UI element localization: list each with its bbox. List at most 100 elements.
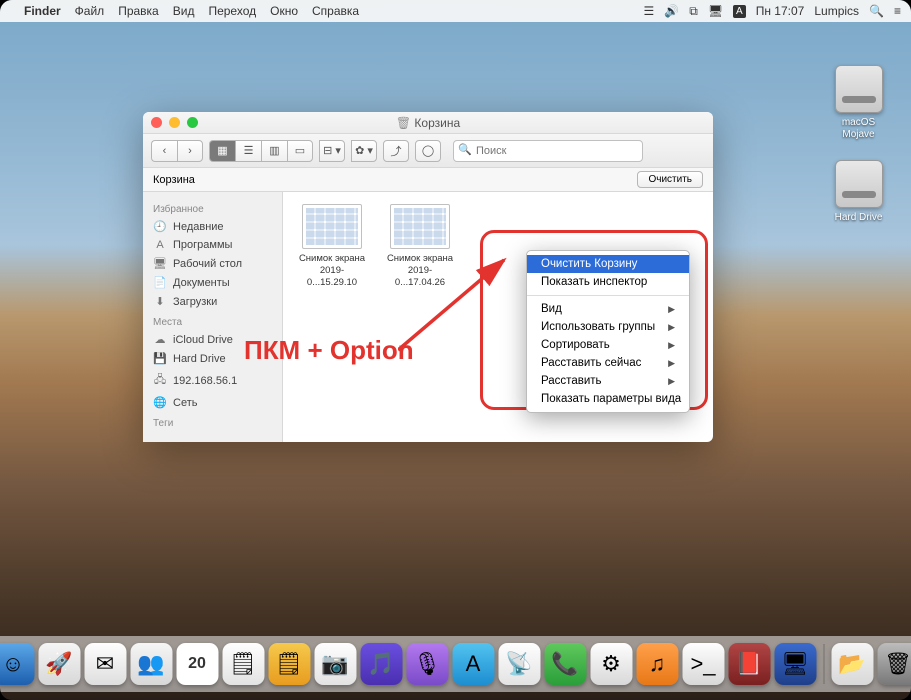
menu-view[interactable]: Вид <box>173 4 195 18</box>
dock-item[interactable]: 🖥 <box>774 643 816 685</box>
context-menu-item[interactable]: Сортировать▶ <box>527 336 689 354</box>
titlebar[interactable]: 🗑 Корзина <box>143 112 713 134</box>
file-item[interactable]: Снимок экрана2019-0...17.04.26 <box>383 204 457 430</box>
dock-item[interactable]: >_ <box>682 643 724 685</box>
sidebar-item-label: Загрузки <box>173 296 217 308</box>
desktop-drive[interactable]: macOS Mojave <box>831 65 886 141</box>
view-icon-button[interactable]: ▦ <box>209 140 235 162</box>
dock-item[interactable]: 📞 <box>544 643 586 685</box>
storage-icon[interactable]: ☰ <box>644 4 655 18</box>
empty-trash-button[interactable]: Очистить <box>637 171 703 188</box>
sidebar-item-label: 192.168.56.1 <box>173 375 237 387</box>
dock-item[interactable]: 📂 <box>831 643 873 685</box>
nav-buttons: ‹ › <box>151 140 203 162</box>
dock-item[interactable]: 📡 <box>498 643 540 685</box>
dock-item[interactable]: ✉ <box>84 643 126 685</box>
back-button[interactable]: ‹ <box>151 140 177 162</box>
forward-button[interactable]: › <box>177 140 203 162</box>
file-name: Снимок экрана2019-0...15.29.10 <box>295 253 369 289</box>
menu-file[interactable]: Файл <box>75 4 105 18</box>
drive-label: macOS Mojave <box>831 117 886 141</box>
tags-button[interactable]: ◯ <box>415 140 441 162</box>
view-list-button[interactable]: ☰ <box>235 140 261 162</box>
volume-icon[interactable]: 🔊 <box>664 4 679 18</box>
sidebar-item-icon: ⬇ <box>153 295 167 308</box>
context-menu-item[interactable]: Очистить Корзину <box>527 255 689 273</box>
dock-item[interactable]: 20 <box>176 643 218 685</box>
sidebar-group-header: Теги <box>143 412 282 431</box>
sidebar-item-label: Документы <box>173 277 230 289</box>
dock-separator <box>823 644 824 684</box>
context-menu-item[interactable]: Вид▶ <box>527 300 689 318</box>
dock-item[interactable]: 🎵 <box>360 643 402 685</box>
sidebar-item[interactable]: 🖥Рабочий стол <box>143 254 282 273</box>
menu-window[interactable]: Окно <box>270 4 298 18</box>
input-icon[interactable]: А <box>733 5 746 18</box>
dock-item[interactable]: 📷 <box>314 643 356 685</box>
dock-item[interactable]: ☺ <box>0 643 34 685</box>
spotlight-icon[interactable]: 🔍 <box>869 4 884 18</box>
dock-item[interactable]: 👥 <box>130 643 172 685</box>
desktop-screen: Finder Файл Правка Вид Переход Окно Спра… <box>0 0 911 700</box>
menu-go[interactable]: Переход <box>208 4 256 18</box>
sidebar-item-icon: A <box>153 239 167 251</box>
drive-icon <box>835 160 883 208</box>
dock-item[interactable]: A <box>452 643 494 685</box>
sidebar-item-icon: ☁ <box>153 333 167 346</box>
dock-item[interactable]: ⚙ <box>590 643 632 685</box>
location-bar: Корзина Очистить <box>143 168 713 192</box>
context-menu-item[interactable]: Расставить▶ <box>527 372 689 390</box>
context-menu-item[interactable]: Показать параметры вида <box>527 390 689 408</box>
sidebar-item-icon: 🌐 <box>153 396 167 409</box>
action-dropdown[interactable]: ✿ ▾ <box>351 140 377 162</box>
file-thumbnail <box>302 204 362 249</box>
display-icon[interactable]: 🖥 <box>708 4 723 18</box>
screen-share-icon[interactable]: ⧉ <box>689 4 698 19</box>
file-item[interactable]: Снимок экрана2019-0...15.29.10 <box>295 204 369 430</box>
share-button[interactable]: ⤴ <box>383 140 409 162</box>
menu-edit[interactable]: Правка <box>118 4 159 18</box>
view-columns-button[interactable]: ▥ <box>261 140 287 162</box>
user-name[interactable]: Lumpics <box>814 4 859 18</box>
dock-item[interactable]: 🗒 <box>268 643 310 685</box>
window-title: 🗑 Корзина <box>143 116 713 130</box>
notification-icon[interactable]: ≡ <box>894 4 901 18</box>
sidebar-item-icon: 📄 <box>153 276 167 289</box>
dock-item[interactable]: 🎙 <box>406 643 448 685</box>
annotation-text: ПКМ + Option <box>244 335 414 366</box>
file-thumbnail <box>390 204 450 249</box>
sidebar-item[interactable]: A Программы <box>143 236 282 254</box>
context-menu-item[interactable]: Показать инспектор <box>527 273 689 291</box>
drive-icon <box>835 65 883 113</box>
desktop-drive[interactable]: Hard Drive <box>831 160 886 224</box>
clock[interactable]: Пн 17:07 <box>756 4 805 18</box>
sidebar-item-label: Программы <box>173 239 232 251</box>
arrange-dropdown[interactable]: ⊟ ▾ <box>319 140 345 162</box>
dock-item[interactable]: ♫ <box>636 643 678 685</box>
dock: ☺🚀✉👥20🗒🗒📷🎵🎙A📡📞⚙♫>_📕🖥📂🗑 <box>0 636 911 692</box>
drive-label: Hard Drive <box>831 212 886 224</box>
context-menu-item[interactable]: Расставить сейчас▶ <box>527 354 689 372</box>
view-gallery-button[interactable]: ▭ <box>287 140 313 162</box>
sidebar-item-icon: 🖥 <box>153 257 167 270</box>
sidebar-item[interactable]: ⬇ Загрузки <box>143 292 282 311</box>
menubar-app[interactable]: Finder <box>24 4 61 18</box>
view-switcher: ▦ ☰ ▥ ▭ <box>209 140 313 162</box>
search-input[interactable] <box>453 140 643 162</box>
sidebar-item-label: Сеть <box>173 397 197 409</box>
sidebar-item-icon: 🕘 <box>153 220 167 233</box>
dock-item[interactable]: 🗒 <box>222 643 264 685</box>
dock-item[interactable]: 📕 <box>728 643 770 685</box>
dock-item[interactable]: 🚀 <box>38 643 80 685</box>
location-label: Корзина <box>153 174 195 186</box>
sidebar-item[interactable]: 🌐 Сеть <box>143 393 282 412</box>
sidebar-item-icon: 🖧 <box>153 371 167 390</box>
sidebar-item[interactable]: 📄 Документы <box>143 273 282 292</box>
dock-item[interactable]: 🗑 <box>877 643 911 685</box>
sidebar-item[interactable]: 🕘Недавние <box>143 217 282 236</box>
sidebar-group-header: Избранное <box>143 198 282 217</box>
sidebar-item[interactable]: 🖧 192.168.56.1 <box>143 368 282 393</box>
menu-help[interactable]: Справка <box>312 4 359 18</box>
context-menu-item[interactable]: Использовать группы▶ <box>527 318 689 336</box>
submenu-arrow-icon: ▶ <box>668 340 675 351</box>
